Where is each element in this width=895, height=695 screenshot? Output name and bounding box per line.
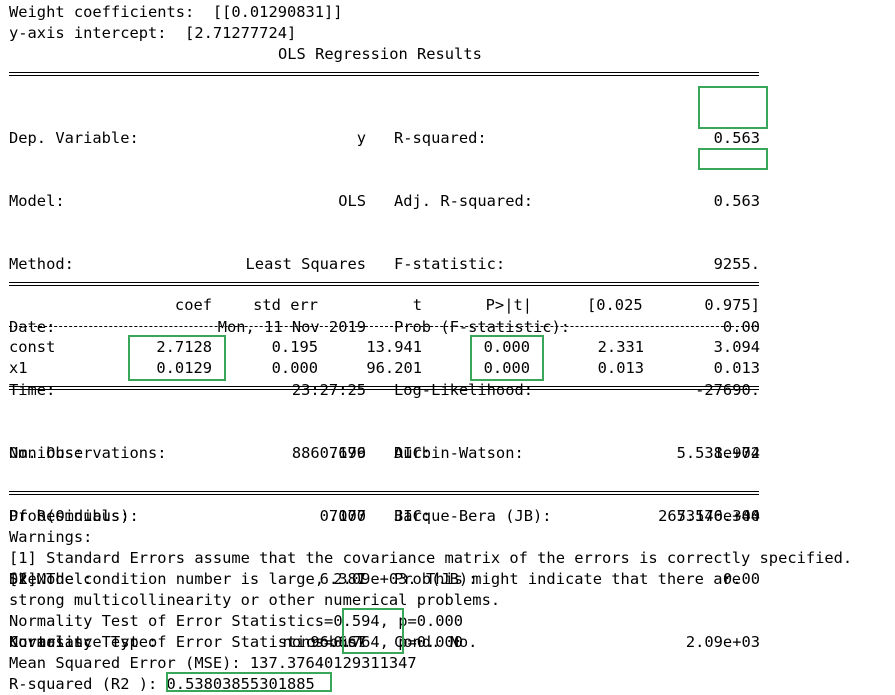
coef-cell: 3.094 (713, 338, 760, 356)
normality-label: Normality Test of Error Statistics= (9, 612, 334, 630)
highlight-box-p-value (470, 335, 544, 381)
r-squared-value: 0.563 (713, 129, 760, 147)
separator-diag-top (9, 386, 759, 390)
diag-value: 2.09e+03 (685, 633, 760, 651)
warning-line: strong multicollinearity or other numeri… (9, 591, 501, 609)
coef-cell: 13.941 (366, 338, 422, 356)
coef-row-name: const (9, 338, 56, 356)
warnings-title: Warnings: (9, 528, 93, 546)
summary-label: Time: (9, 381, 56, 399)
coef-cell: 0.000 (271, 359, 318, 377)
intercept-line: y-axis intercept: [2.71277724] (9, 24, 297, 42)
summary-value: 23:27:25 (291, 381, 366, 399)
highlight-box-normality (342, 608, 404, 654)
summary-label: F-statistic: (394, 255, 506, 273)
separator-coef-top (9, 282, 759, 286)
coef-header: P>|t| (485, 296, 532, 314)
coef-cell: 0.013 (597, 359, 644, 377)
f-statistic-value: 9255. (713, 255, 760, 273)
coef-header: [0.025 (587, 296, 643, 314)
coef-cell: 0.013 (713, 359, 760, 377)
summary-label: R-squared: (394, 129, 487, 147)
summary-label: Log-Likelihood: (394, 381, 533, 399)
mse-line: Mean Squared Error (MSE): 137.3764012931… (9, 654, 417, 672)
weight-coefficients-line: Weight coefficients: [[0.01290831]] (9, 3, 343, 21)
summary-value: y (356, 129, 366, 147)
coef-row-name: x1 (9, 359, 28, 377)
diag-value: 8860.696 (291, 444, 366, 462)
highlight-box-r-squared (698, 86, 768, 129)
summary-value: OLS (338, 192, 366, 210)
separator-coef-dash (9, 326, 759, 327)
summary-label: Dep. Variable: (9, 129, 139, 147)
diag-label: Omnibus: (9, 444, 84, 462)
highlight-box-r2 (166, 672, 332, 692)
coef-cell: 2.331 (597, 338, 644, 356)
coef-cell: 96.201 (366, 359, 422, 377)
coef-header: t (412, 296, 422, 314)
separator-top (9, 72, 759, 76)
console-output: Weight coefficients: [[0.01290831]] y-ax… (0, 0, 895, 693)
highlight-box-prob-f (698, 148, 768, 170)
warning-line: [2] The condition number is large, 2.09e… (9, 570, 742, 588)
summary-label: Method: (9, 255, 74, 273)
results-title: OLS Regression Results (278, 45, 482, 63)
warning-line: [1] Standard Errors assume that the cova… (9, 549, 853, 567)
diag-value: 2673176.340 (658, 507, 760, 525)
separator-bottom (9, 491, 759, 495)
r2-label: R-squared (R2 ): (9, 675, 158, 693)
log-likelihood-value: -27690. (695, 381, 760, 399)
diag-value: 0.000 (319, 507, 366, 525)
summary-value: Least Squares (245, 255, 366, 273)
diag-value: 1.972 (713, 444, 760, 462)
coef-header: 0.975] (704, 296, 760, 314)
diag-label: Prob(Omnibus): (9, 507, 139, 525)
highlight-box-coef (128, 335, 226, 381)
summary-label: Adj. R-squared: (394, 192, 533, 210)
diag-label: Durbin-Watson: (394, 444, 524, 462)
prob-f-statistic-value: 0.00 (722, 318, 760, 336)
diag-label: Jarque-Bera (JB): (394, 507, 552, 525)
adj-r-squared-value: 0.563 (713, 192, 760, 210)
coef-cell: 0.195 (271, 338, 318, 356)
coef-header: coef (174, 296, 212, 314)
summary-label: Model: (9, 192, 65, 210)
normality-label: Normality Test of Error Statistics= (9, 633, 334, 651)
coef-header: std err (253, 296, 318, 314)
